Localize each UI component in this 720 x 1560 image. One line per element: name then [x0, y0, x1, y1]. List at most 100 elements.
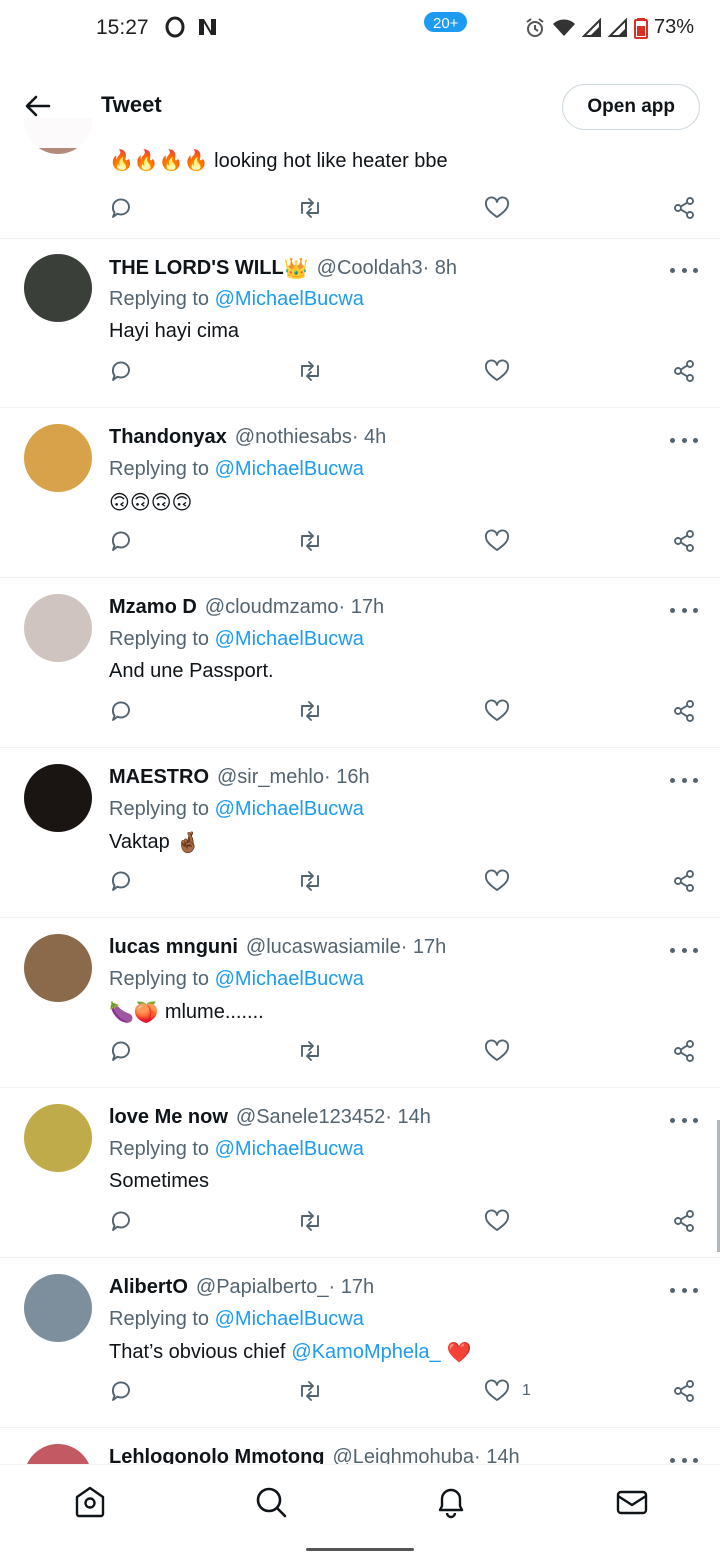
open-app-button[interactable]: Open app — [562, 84, 700, 130]
tweet-text: And une Passport. — [109, 660, 274, 683]
like-button[interactable] — [484, 356, 510, 386]
reply-button[interactable] — [110, 1206, 134, 1236]
share-button[interactable] — [672, 193, 696, 223]
more-dot — [693, 607, 698, 613]
retweet-button[interactable] — [297, 526, 323, 556]
nav-search[interactable] — [254, 1485, 288, 1519]
retweet-button[interactable] — [297, 1206, 323, 1236]
tweet[interactable]: MAESTRO @sir_mehlo · 16h Replying to @Mi… — [0, 748, 720, 918]
notification-badge[interactable]: 20+ — [422, 10, 470, 34]
retweet-button[interactable] — [297, 1036, 323, 1066]
avatar[interactable] — [24, 934, 92, 1002]
reply-button[interactable] — [110, 696, 134, 726]
retweet-icon — [301, 701, 319, 721]
like-icon — [485, 699, 509, 721]
like-icon — [485, 1039, 509, 1061]
more-options-button[interactable] — [670, 432, 698, 448]
like-icon — [485, 869, 509, 891]
replying-to-mention[interactable]: @MichaelBucwa — [215, 628, 364, 650]
reply-button[interactable] — [110, 356, 134, 386]
more-dot — [670, 777, 675, 783]
tweet-actions — [0, 866, 720, 896]
replying-to: Replying to @MichaelBucwa — [109, 968, 364, 991]
tweet-author-name[interactable]: AlibertO — [109, 1276, 188, 1299]
tweet-text: Vaktap 🤞🏾 — [109, 830, 201, 855]
tweet-actions — [0, 193, 720, 223]
replying-to-mention[interactable]: @MichaelBucwa — [215, 798, 364, 820]
reply-button[interactable] — [110, 526, 134, 556]
nav-home[interactable] — [73, 1485, 107, 1519]
tweet-text: 🔥🔥🔥🔥 looking hot like heater bbe — [109, 148, 448, 173]
replying-to-mention[interactable]: @MichaelBucwa — [215, 968, 364, 990]
share-button[interactable] — [672, 356, 696, 386]
like-button[interactable] — [484, 1206, 510, 1236]
tweet-author-handle[interactable]: @cloudmzamo — [205, 596, 339, 619]
share-button[interactable] — [672, 1036, 696, 1066]
more-options-button[interactable] — [670, 262, 698, 278]
like-button[interactable]: 1 — [484, 1376, 531, 1406]
like-button[interactable] — [484, 193, 510, 223]
tweet[interactable]: Thandonyax @nothiesabs · 4h Replying to … — [0, 408, 720, 578]
avatar[interactable] — [24, 594, 92, 662]
retweet-button[interactable] — [297, 356, 323, 386]
reply-button[interactable] — [110, 1036, 134, 1066]
share-button[interactable] — [672, 696, 696, 726]
avatar[interactable] — [24, 254, 92, 322]
reply-button[interactable] — [110, 1376, 134, 1406]
reply-button[interactable] — [110, 866, 134, 896]
share-button[interactable] — [672, 1376, 696, 1406]
tweet-author-name[interactable]: lucas mnguni — [109, 936, 238, 959]
tweet[interactable]: THE LORD'S WILL 👑 @Cooldah3 · 8h Replying… — [0, 238, 720, 408]
like-button[interactable] — [484, 866, 510, 896]
like-button[interactable] — [484, 526, 510, 556]
reply-icon — [112, 871, 130, 891]
tweet-author-handle[interactable]: @sir_mehlo — [217, 766, 324, 789]
tweet-author-name[interactable]: THE LORD'S WILL — [109, 257, 284, 280]
tweet-author-handle[interactable]: @nothiesabs — [235, 426, 352, 449]
replying-prefix: Replying to — [109, 968, 210, 990]
avatar[interactable] — [24, 764, 92, 832]
more-options-button[interactable] — [670, 772, 698, 788]
reply-button[interactable] — [110, 193, 134, 223]
nav-messages[interactable] — [615, 1485, 649, 1519]
tweet-author-handle[interactable]: @Cooldah3 — [317, 257, 423, 280]
tweet-author-name[interactable]: Thandonyax — [109, 426, 227, 449]
tweet[interactable]: Mzamo D @cloudmzamo · 17h Replying to @M… — [0, 578, 720, 748]
tweet[interactable]: love Me now @Sanele123452 · 14h Replying… — [0, 1088, 720, 1258]
more-options-button[interactable] — [670, 602, 698, 618]
share-button[interactable] — [672, 866, 696, 896]
tweet-author-handle[interactable]: @Papialberto_ — [196, 1276, 329, 1299]
avatar[interactable] — [24, 1274, 92, 1342]
avatar[interactable] — [24, 424, 92, 492]
tweet[interactable]: lucas mnguni @lucaswasiamile · 17h Reply… — [0, 918, 720, 1088]
more-options-button[interactable] — [670, 942, 698, 958]
retweet-button[interactable] — [297, 866, 323, 896]
tweet-author-handle[interactable]: @Sanele123452 — [236, 1106, 385, 1129]
back-button[interactable] — [20, 88, 56, 124]
retweet-button[interactable] — [297, 696, 323, 726]
more-dot — [670, 1117, 675, 1123]
tweet-author-handle[interactable]: @lucaswasiamile — [246, 936, 401, 959]
more-options-button[interactable] — [670, 1282, 698, 1298]
tweet-header: Thandonyax @nothiesabs · 4h — [109, 426, 386, 449]
gesture-bar[interactable] — [306, 1548, 414, 1551]
share-button[interactable] — [672, 526, 696, 556]
like-button[interactable] — [484, 696, 510, 726]
avatar[interactable] — [24, 1104, 92, 1172]
more-options-button[interactable] — [670, 1112, 698, 1128]
tweet-author-name[interactable]: love Me now — [109, 1106, 228, 1129]
more-dot — [693, 1117, 698, 1123]
retweet-button[interactable] — [297, 1376, 323, 1406]
tweet-author-name[interactable]: Mzamo D — [109, 596, 197, 619]
tweet[interactable]: AlibertO @Papialberto_ · 17h Replying to… — [0, 1258, 720, 1428]
like-button[interactable] — [484, 1036, 510, 1066]
replying-to-mention[interactable]: @MichaelBucwa — [215, 458, 364, 480]
replying-to-mention[interactable]: @MichaelBucwa — [215, 1308, 364, 1330]
tweet-author-name[interactable]: MAESTRO — [109, 766, 209, 789]
tweet-mention-link[interactable]: @KamoMphela_ — [291, 1341, 440, 1364]
replying-to-mention[interactable]: @MichaelBucwa — [215, 288, 364, 310]
nav-notifications[interactable] — [434, 1485, 468, 1519]
share-button[interactable] — [672, 1206, 696, 1236]
retweet-button[interactable] — [297, 193, 323, 223]
replying-to-mention[interactable]: @MichaelBucwa — [215, 1138, 364, 1160]
